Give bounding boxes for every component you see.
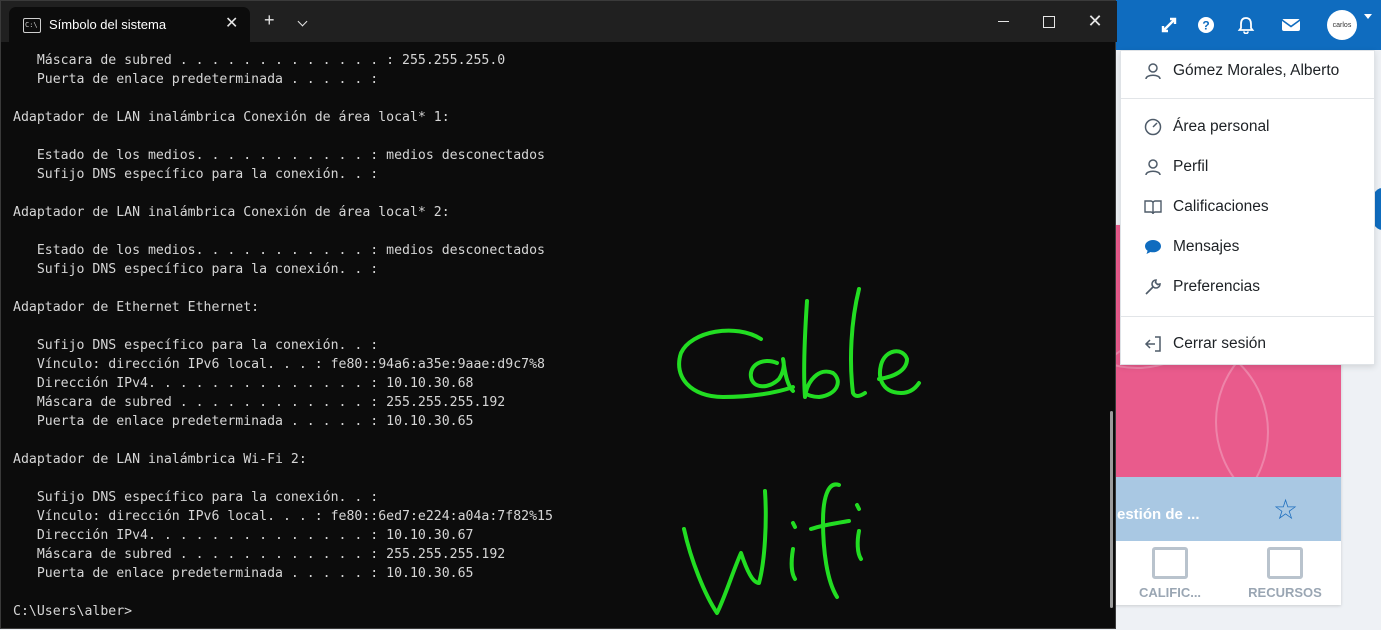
- menu-item-label: Preferencias: [1173, 278, 1261, 295]
- user-icon: [1143, 157, 1163, 177]
- wrench-icon: [1143, 277, 1163, 297]
- avatar-label: carlos: [1332, 21, 1352, 29]
- console-line: Puerta de enlace predeterminada . . . . …: [13, 414, 474, 429]
- console-line: Máscara de subred . . . . . . . . . . . …: [13, 395, 506, 410]
- user-avatar[interactable]: carlos: [1327, 10, 1357, 40]
- terminal-titlebar[interactable]: C:\ Símbolo del sistema ✕ + ✕: [1, 1, 1117, 42]
- menu-item-label: Mensajes: [1173, 238, 1240, 255]
- close-icon: ✕: [1087, 11, 1103, 31]
- command-prompt-line: C:\Users\alber>: [13, 604, 133, 619]
- menu-divider: [1121, 98, 1374, 99]
- console-line: Estado de los medios. . . . . . . . . . …: [13, 243, 545, 258]
- minimize-icon: [997, 20, 1009, 23]
- console-output[interactable]: Máscara de subred . . . . . . . . . . . …: [13, 51, 553, 621]
- console-line: Adaptador de LAN inalámbrica Conexión de…: [13, 110, 450, 125]
- notifications-bell-icon[interactable]: [1234, 13, 1258, 37]
- grades-tab-label: CALIFIC...: [1138, 585, 1202, 600]
- help-icon[interactable]: ?: [1194, 13, 1218, 37]
- user-icon: [1143, 61, 1163, 81]
- cmd-prompt-icon: C:\: [23, 18, 41, 33]
- console-line: Estado de los medios. . . . . . . . . . …: [13, 148, 545, 163]
- tab-title: Símbolo del sistema: [49, 17, 167, 32]
- menu-item-messages[interactable]: Mensajes: [1121, 229, 1374, 265]
- user-full-name: Gómez Morales, Alberto: [1173, 62, 1340, 79]
- console-line: Vínculo: dirección IPv6 local. . . : fe8…: [13, 357, 545, 372]
- maximize-icon: [1043, 15, 1055, 28]
- menu-item-label: Calificaciones: [1173, 198, 1269, 215]
- chat-bubble-icon: [1143, 237, 1163, 257]
- terminal-scrollbar[interactable]: [1110, 411, 1113, 608]
- menu-divider: [1121, 316, 1374, 317]
- console-line: Máscara de subred . . . . . . . . . . . …: [13, 547, 506, 562]
- grades-document-icon: [1152, 547, 1188, 579]
- maximize-button[interactable]: [1026, 1, 1072, 42]
- favourite-star-icon[interactable]: ☆: [1273, 493, 1298, 526]
- close-tab-icon[interactable]: ✕: [225, 13, 238, 33]
- menu-item-label: Perfil: [1173, 158, 1209, 175]
- console-line: Sufijo DNS específico para la conexión. …: [13, 262, 387, 277]
- svg-text:?: ?: [1202, 19, 1209, 33]
- menu-item-preferences[interactable]: Preferencias: [1121, 269, 1374, 305]
- console-line: Sufijo DNS específico para la conexión. …: [13, 338, 387, 353]
- resources-tab[interactable]: RECURSOS: [1230, 543, 1340, 605]
- close-window-button[interactable]: ✕: [1072, 1, 1118, 42]
- user-menu-dropdown: Gómez Morales, Alberto Área personal Per…: [1120, 50, 1375, 365]
- fullscreen-icon[interactable]: [1157, 13, 1181, 37]
- menu-item-label: Cerrar sesión: [1173, 335, 1267, 352]
- menu-item-profile[interactable]: Perfil: [1121, 149, 1374, 185]
- console-line: Sufijo DNS específico para la conexión. …: [13, 490, 387, 505]
- console-line: Adaptador de LAN inalámbrica Conexión de…: [13, 205, 450, 220]
- minimize-button[interactable]: [980, 1, 1026, 42]
- handwritten-cable-word: [677, 287, 921, 399]
- command-prompt-window[interactable]: C:\ Símbolo del sistema ✕ + ✕ Máscara de…: [0, 0, 1117, 629]
- menu-item-dashboard[interactable]: Área personal: [1121, 109, 1374, 145]
- console-line: Puerta de enlace predeterminada . . . . …: [13, 72, 387, 87]
- console-line: Adaptador de Ethernet Ethernet:: [13, 300, 260, 315]
- resources-tab-label: RECURSOS: [1248, 585, 1322, 600]
- grades-tab[interactable]: CALIFIC...: [1115, 543, 1225, 605]
- course-title[interactable]: estión de ...: [1117, 506, 1200, 523]
- grades-book-icon: [1143, 197, 1163, 217]
- user-menu-profile-name[interactable]: Gómez Morales, Alberto: [1121, 53, 1374, 89]
- chevron-down-icon[interactable]: [297, 16, 308, 27]
- menu-item-label: Área personal: [1173, 118, 1270, 135]
- console-line: Puerta de enlace predeterminada . . . . …: [13, 566, 474, 581]
- menu-item-logout[interactable]: Cerrar sesión: [1121, 326, 1374, 362]
- menu-item-grades[interactable]: Calificaciones: [1121, 189, 1374, 225]
- messages-envelope-icon[interactable]: [1279, 13, 1303, 37]
- console-line: Sufijo DNS específico para la conexión. …: [13, 167, 387, 182]
- new-tab-plus-icon[interactable]: +: [264, 11, 275, 29]
- console-line: Dirección IPv4. . . . . . . . . . . . . …: [13, 528, 474, 543]
- resources-monitor-icon: [1267, 547, 1303, 579]
- console-line: Dirección IPv4. . . . . . . . . . . . . …: [13, 376, 474, 391]
- terminal-tab[interactable]: C:\ Símbolo del sistema ✕: [9, 7, 250, 42]
- sign-out-icon: [1143, 334, 1163, 354]
- handwritten-wifi-word: [682, 482, 863, 615]
- user-menu-caret-icon[interactable]: [1364, 14, 1372, 19]
- dashboard-gauge-icon: [1143, 117, 1163, 137]
- console-line: Máscara de subred . . . . . . . . . . . …: [13, 53, 506, 68]
- console-line: Adaptador de LAN inalámbrica Wi-Fi 2:: [13, 452, 307, 467]
- console-line: Vínculo: dirección IPv6 local. . . : fe8…: [13, 509, 553, 524]
